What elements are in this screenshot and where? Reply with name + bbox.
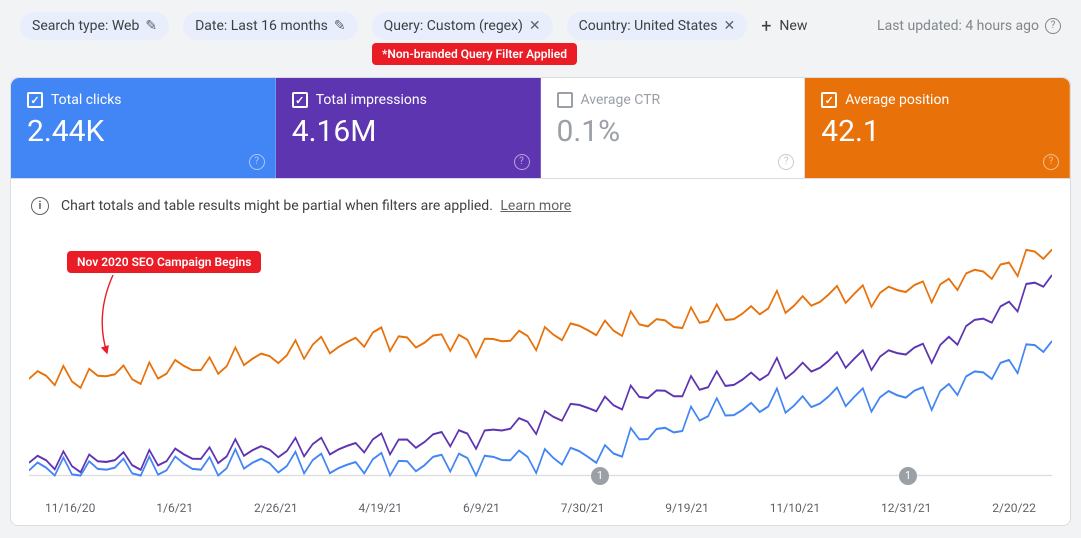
seo-campaign-callout: Nov 2020 SEO Campaign Begins <box>67 251 261 273</box>
update-marker[interactable]: 1 <box>899 467 917 485</box>
x-tick-label: 1/6/21 <box>156 501 193 515</box>
pencil-icon: ✎ <box>334 18 346 34</box>
filter-chip-country[interactable]: Country: United States ✕ <box>567 12 748 40</box>
help-icon[interactable]: ? <box>1045 18 1061 34</box>
x-axis-labels: 11/16/20 1/6/21 2/26/21 4/19/21 6/9/21 7/30/2… <box>11 501 1070 525</box>
checkbox-icon <box>557 92 573 108</box>
metric-card-impressions[interactable]: Total impressions 4.16M ? <box>276 78 541 178</box>
chip-label: Country: United States <box>579 18 718 34</box>
filter-bar: Search type: Web ✎ Date: Last 16 months … <box>0 0 1081 42</box>
last-updated: Last updated: 4 hours ago ? <box>877 18 1061 34</box>
help-icon[interactable]: ? <box>249 154 265 170</box>
metric-card-position[interactable]: Average position 42.1 ? <box>805 78 1070 178</box>
metric-label: Total impressions <box>316 92 427 108</box>
callout-badge: Nov 2020 SEO Campaign Begins <box>67 251 261 273</box>
x-tick-label: 9/19/21 <box>665 501 709 515</box>
metric-label: Average position <box>845 92 949 108</box>
info-icon: i <box>31 197 49 215</box>
metric-label: Total clicks <box>51 92 122 108</box>
non-branded-badge: *Non-branded Query Filter Applied <box>372 43 577 65</box>
x-tick-label: 2/26/21 <box>254 501 298 515</box>
learn-more-link[interactable]: Learn more <box>500 198 571 214</box>
metric-value: 2.44K <box>27 114 259 149</box>
plus-icon: + <box>761 16 771 37</box>
x-tick-label: 2/20/22 <box>992 501 1036 515</box>
checkbox-icon <box>821 92 837 108</box>
x-tick-label: 6/9/21 <box>463 501 500 515</box>
x-tick-label: 4/19/21 <box>359 501 403 515</box>
metric-card-clicks[interactable]: Total clicks 2.44K ? <box>11 78 276 178</box>
x-tick-label: 12/31/21 <box>881 501 931 515</box>
x-tick-label: 7/30/21 <box>561 501 605 515</box>
metric-cards: Total clicks 2.44K ? Total impressions 4… <box>11 78 1070 179</box>
filter-chip-date[interactable]: Date: Last 16 months ✎ <box>183 12 358 40</box>
add-filter-button[interactable]: + New <box>761 16 807 37</box>
performance-panel: Total clicks 2.44K ? Total impressions 4… <box>10 77 1071 526</box>
metric-label: Average CTR <box>581 92 661 108</box>
filter-chip-query[interactable]: Query: Custom (regex) ✕ <box>372 12 553 40</box>
note-text: Chart totals and table results might be … <box>61 198 493 214</box>
help-icon[interactable]: ? <box>1043 154 1059 170</box>
close-icon[interactable]: ✕ <box>723 18 735 34</box>
checkbox-icon <box>292 92 308 108</box>
pencil-icon: ✎ <box>145 18 157 34</box>
metric-value: 4.16M <box>292 114 524 149</box>
update-marker[interactable]: 1 <box>591 467 609 485</box>
close-icon[interactable]: ✕ <box>529 18 541 34</box>
help-icon[interactable]: ? <box>514 154 530 170</box>
chip-label: Date: Last 16 months <box>195 18 328 34</box>
new-filter-label: New <box>779 18 807 34</box>
x-tick-label: 11/10/21 <box>770 501 820 515</box>
help-icon[interactable]: ? <box>778 154 794 170</box>
chip-label: Query: Custom (regex) <box>384 18 523 34</box>
metric-value: 42.1 <box>821 114 1053 149</box>
checkbox-icon <box>27 92 43 108</box>
last-updated-text: Last updated: 4 hours ago <box>877 18 1039 34</box>
metric-card-ctr[interactable]: Average CTR 0.1% ? <box>541 78 806 178</box>
chip-label: Search type: Web <box>32 18 139 34</box>
partial-results-note: i Chart totals and table results might b… <box>11 179 1070 221</box>
arrow-icon <box>83 275 143 365</box>
x-tick-label: 11/16/20 <box>45 501 95 515</box>
filter-chip-search-type[interactable]: Search type: Web ✎ <box>20 12 169 40</box>
metric-value: 0.1% <box>557 114 789 149</box>
performance-chart: Nov 2020 SEO Campaign Begins 1 1 <box>11 221 1070 501</box>
